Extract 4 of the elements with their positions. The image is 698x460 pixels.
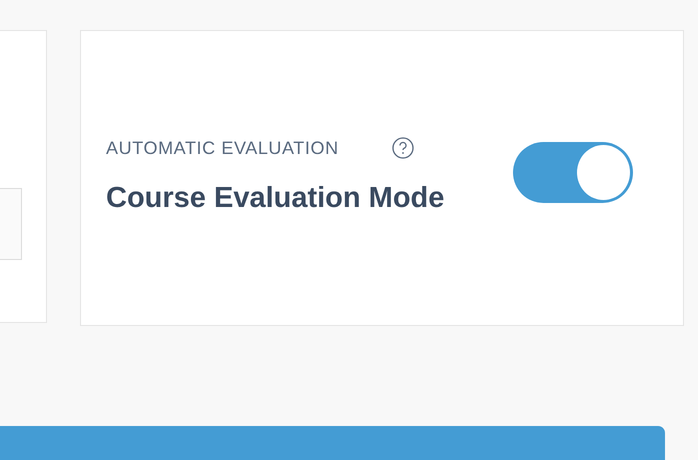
help-icon[interactable] xyxy=(392,137,414,159)
setting-label: AUTOMATIC EVALUATION xyxy=(106,138,339,158)
input-field[interactable] xyxy=(0,188,22,260)
setting-title: Course Evaluation Mode xyxy=(106,182,446,215)
